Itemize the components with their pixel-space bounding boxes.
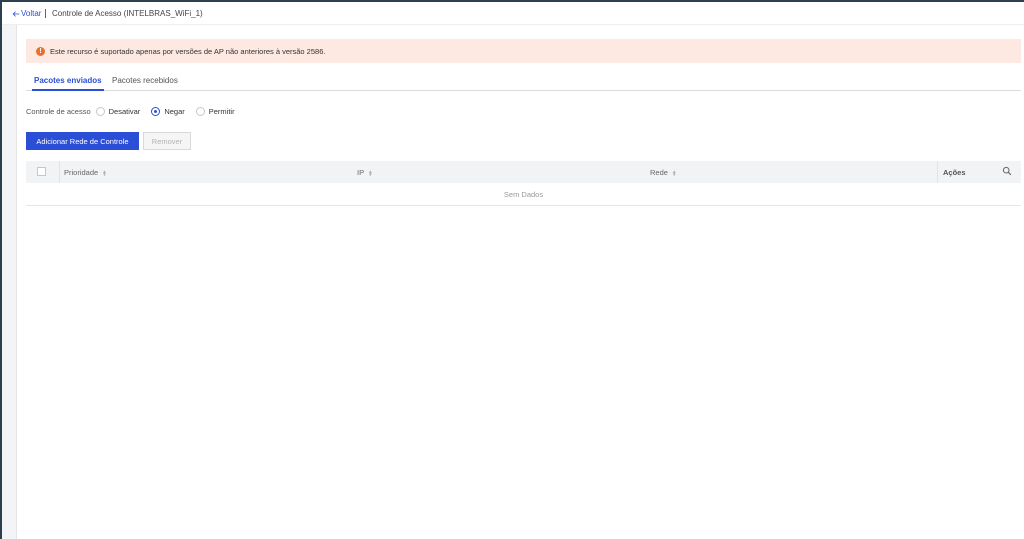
alert-text: Este recurso é suportado apenas por vers…: [50, 46, 326, 56]
column-divider: [937, 161, 938, 183]
radio-disable[interactable]: Desativar: [95, 107, 141, 116]
back-link[interactable]: Voltar: [12, 9, 41, 18]
column-network-label: Rede: [650, 168, 668, 177]
radio-circle[interactable]: [95, 107, 105, 116]
back-label[interactable]: Voltar: [21, 9, 41, 18]
left-sidebar-strip: [2, 22, 17, 539]
rules-table: Prioridade ▲ ▼ IP ▲ ▼ Rede ▲ ▼ Ações Sem Da…: [26, 161, 1021, 206]
tab-received-packets[interactable]: Pacotes recebidos: [112, 76, 178, 85]
search-icon[interactable]: [1002, 166, 1012, 176]
remove-button: Remover: [143, 132, 191, 150]
radio-disable-label: Desativar: [108, 107, 141, 116]
tab-sent-packets[interactable]: Pacotes enviados: [32, 76, 104, 91]
radio-circle[interactable]: [195, 107, 205, 116]
add-control-network-button[interactable]: Adicionar Rede de Controle: [26, 132, 139, 150]
radio-circle[interactable]: [151, 107, 161, 116]
column-priority-label: Prioridade: [64, 168, 99, 177]
access-control-label: Controle de acesso: [26, 107, 91, 116]
breadcrumb-divider: [45, 9, 46, 18]
radio-allow[interactable]: Permitir: [195, 107, 235, 116]
column-ip-label: IP: [357, 168, 365, 177]
column-divider: [59, 161, 60, 183]
exclamation-icon: !: [36, 46, 45, 56]
column-ip[interactable]: IP ▲ ▼: [357, 168, 373, 177]
table-header: Prioridade ▲ ▼ IP ▲ ▼ Rede ▲ ▼ Ações: [26, 161, 1021, 183]
warning-alert: ! Este recurso é suportado apenas por ve…: [26, 39, 1021, 63]
sort-icon[interactable]: ▲ ▼: [102, 169, 106, 177]
select-all-checkbox[interactable]: [37, 167, 46, 176]
access-control-row: Controle de acesso Desativar Negar Permi…: [26, 107, 246, 116]
sort-icon[interactable]: ▲ ▼: [368, 169, 372, 177]
page: Voltar Controle de Acesso (INTELBRAS_WiF…: [2, 2, 1024, 539]
top-bar: Voltar Controle de Acesso (INTELBRAS_WiF…: [2, 2, 1024, 25]
empty-state: Sem Dados: [26, 183, 1021, 206]
column-network[interactable]: Rede ▲ ▼: [650, 168, 676, 177]
radio-allow-label: Permitir: [208, 107, 235, 116]
sort-icon[interactable]: ▲ ▼: [672, 169, 676, 177]
column-actions: Ações: [943, 168, 966, 177]
column-priority[interactable]: Prioridade ▲ ▼: [64, 168, 107, 177]
page-title: Controle de Acesso (INTELBRAS_WiFi_1): [52, 9, 203, 18]
tab-bar: Pacotes enviados Pacotes recebidos: [26, 74, 1021, 91]
empty-text: Sem Dados: [503, 189, 544, 199]
radio-deny[interactable]: Negar: [151, 107, 185, 116]
arrow-left-icon: [12, 10, 20, 17]
radio-deny-label: Negar: [164, 107, 185, 116]
